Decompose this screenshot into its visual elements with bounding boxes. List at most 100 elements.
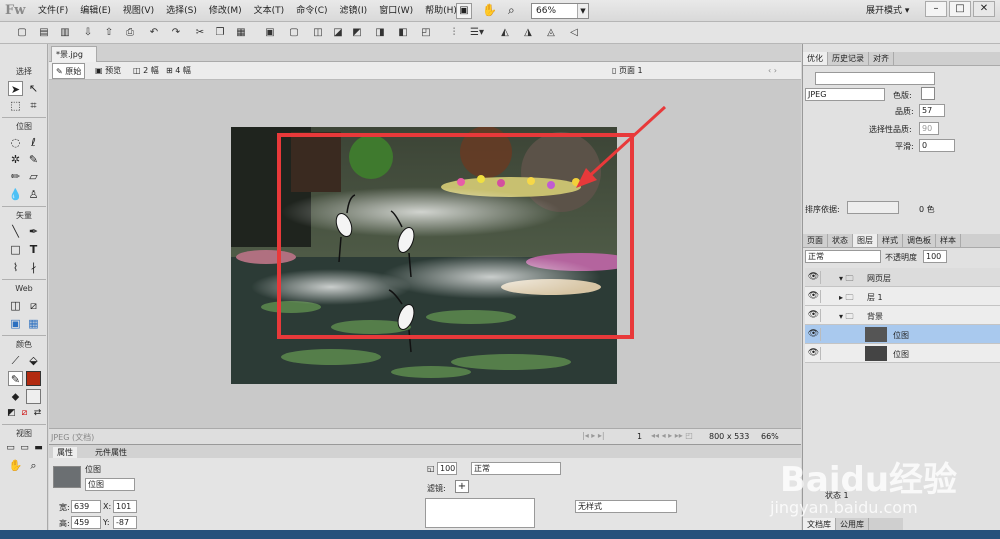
join-icon[interactable]: ◫: [310, 25, 326, 40]
tab-history[interactable]: 历史记录: [828, 52, 869, 65]
tab-optimize[interactable]: 优化: [803, 52, 828, 65]
style-select[interactable]: 无样式: [575, 500, 677, 513]
eye-icon[interactable]: 👁: [807, 309, 821, 322]
matte-swatch[interactable]: [921, 87, 935, 100]
blend-mode-select[interactable]: 正常: [471, 462, 561, 475]
fill-color-swatch[interactable]: [26, 371, 41, 386]
selective-field[interactable]: 90: [919, 122, 939, 135]
show-slices-icon[interactable]: ▦: [26, 316, 41, 331]
swap-colors-icon[interactable]: ⇄: [30, 406, 45, 421]
menu-select[interactable]: 选择(S): [160, 0, 203, 22]
frame-controls-right[interactable]: ◂◂ ◂ ▸ ▸▸ ◰: [651, 431, 693, 440]
maximize-button[interactable]: □: [949, 1, 971, 17]
import-icon[interactable]: ⇩: [80, 25, 96, 40]
send-backward-icon[interactable]: ◧: [395, 25, 411, 40]
crop-tool-icon[interactable]: ⌗: [26, 98, 41, 113]
tab-states[interactable]: 状态: [828, 234, 853, 247]
full-screen-menu-icon[interactable]: ▭: [17, 441, 32, 456]
tab-align[interactable]: 对齐: [869, 52, 894, 65]
width-field[interactable]: 639: [71, 500, 101, 513]
group-icon[interactable]: ▣: [262, 25, 278, 40]
line-tool-icon[interactable]: ╲: [8, 224, 23, 239]
subselect-tool-icon[interactable]: ↖: [26, 81, 41, 96]
marquee-tool-icon[interactable]: ◌: [8, 135, 23, 150]
menu-modify[interactable]: 修改(M): [203, 0, 248, 22]
height-field[interactable]: 459: [71, 516, 101, 529]
save-icon[interactable]: ▥: [57, 25, 73, 40]
eye-icon[interactable]: 👁: [807, 271, 821, 284]
menu-window[interactable]: 窗口(W): [373, 0, 419, 22]
tab-palette[interactable]: 调色板: [903, 234, 936, 247]
magic-wand-icon[interactable]: ✲: [8, 152, 23, 167]
bring-forward-icon[interactable]: ◨: [372, 25, 388, 40]
lasso-tool-icon[interactable]: ℓ: [26, 135, 41, 150]
add-filter-button[interactable]: +: [455, 480, 469, 493]
quality-field[interactable]: 57: [919, 104, 945, 117]
flip-v-icon[interactable]: ◁: [566, 25, 582, 40]
tab-layers[interactable]: 图层: [853, 234, 878, 247]
layer-row-bitmap-selected[interactable]: 👁 位图: [805, 325, 1000, 344]
object-name-field[interactable]: 位图: [85, 478, 135, 491]
open-icon[interactable]: ▤: [36, 25, 52, 40]
freeform-tool-icon[interactable]: ⌇: [8, 260, 23, 275]
tab-swatches[interactable]: 样本: [936, 234, 961, 247]
tab-pages[interactable]: 页面: [803, 234, 828, 247]
minimize-button[interactable]: –: [925, 1, 947, 17]
stroke-color-icon[interactable]: ✎: [8, 371, 23, 386]
eraser-tool-icon[interactable]: ▱: [26, 169, 41, 184]
rotate-right-icon[interactable]: ◮: [520, 25, 536, 40]
view-2up[interactable]: ◫ 2 幅: [130, 63, 162, 79]
align-icon[interactable]: ⫶: [446, 25, 462, 40]
eye-icon[interactable]: 👁: [807, 328, 821, 341]
knife-tool-icon[interactable]: ∤: [26, 260, 41, 275]
pencil-tool-icon[interactable]: ✏: [8, 169, 23, 184]
send-back-icon[interactable]: ◰: [418, 25, 434, 40]
print-icon[interactable]: ⎙: [122, 25, 138, 40]
workspace-switcher[interactable]: 展开模式 ▾: [866, 0, 909, 22]
eye-icon[interactable]: 👁: [807, 290, 821, 303]
blur-tool-icon[interactable]: 💧: [8, 187, 23, 202]
close-button[interactable]: ✕: [973, 1, 995, 17]
status-zoom[interactable]: 66%: [761, 432, 779, 441]
filters-list[interactable]: [425, 498, 535, 528]
tab-properties[interactable]: 属性: [53, 447, 77, 458]
copy-icon[interactable]: ❐: [212, 25, 228, 40]
frame-controls-left[interactable]: |◂ ▸ ▸|: [582, 431, 605, 440]
menu-edit[interactable]: 编辑(E): [74, 0, 117, 22]
stamp-tool-icon[interactable]: ♙: [26, 187, 41, 202]
smooth-select[interactable]: 0: [919, 139, 955, 152]
text-tool-icon[interactable]: T: [26, 242, 41, 257]
redo-icon[interactable]: ↷: [168, 25, 184, 40]
view-original[interactable]: ✎ 原始: [52, 63, 86, 79]
brush-tool-icon[interactable]: ✎: [26, 152, 41, 167]
pointer-tool-icon[interactable]: ➤: [8, 81, 23, 96]
x-field[interactable]: 101: [113, 500, 137, 513]
nav-icons[interactable]: ‹ ›: [765, 63, 780, 79]
view-4up[interactable]: ⊞ 4 幅: [163, 63, 194, 79]
format-select[interactable]: JPEG: [805, 88, 885, 101]
menu-filter[interactable]: 滤镜(I): [334, 0, 374, 22]
hand-tool-icon[interactable]: ✋: [8, 458, 23, 473]
new-icon[interactable]: ▢: [14, 25, 30, 40]
rotate-left-icon[interactable]: ◭: [497, 25, 513, 40]
ungroup-icon[interactable]: ▢: [286, 25, 302, 40]
hotspot-tool-icon[interactable]: ◫: [8, 298, 23, 313]
layer-opacity-field[interactable]: 100: [923, 250, 947, 263]
zoom-tool-icon[interactable]: ⌕: [26, 458, 41, 473]
zoom-select[interactable]: 66% ▼: [531, 3, 589, 19]
fill-swatch[interactable]: [26, 389, 41, 404]
opacity-field[interactable]: 100: [437, 462, 457, 475]
view-preview[interactable]: ▣ 预览: [92, 63, 124, 79]
tab-symbol-properties[interactable]: 元件属性: [95, 447, 127, 458]
zoom-icon[interactable]: ⌕: [508, 3, 515, 18]
canvas-image[interactable]: [231, 127, 617, 384]
align-dropdown-icon[interactable]: ☰▾: [466, 25, 488, 40]
pen-tool-icon[interactable]: ✒: [26, 224, 41, 239]
cut-icon[interactable]: ✂: [192, 25, 208, 40]
eyedropper-tool-icon[interactable]: ⟋: [8, 353, 23, 368]
layer-row-web[interactable]: 👁 ▾ 🗀 网页层: [805, 268, 1000, 287]
page-selector[interactable]: ▯ 页面 1: [609, 63, 646, 79]
scale-tool-icon[interactable]: ⬚: [8, 98, 23, 113]
split-icon[interactable]: ◪: [330, 25, 346, 40]
layer-row-background[interactable]: 👁 ▾ 🗀 背景: [805, 306, 1000, 325]
